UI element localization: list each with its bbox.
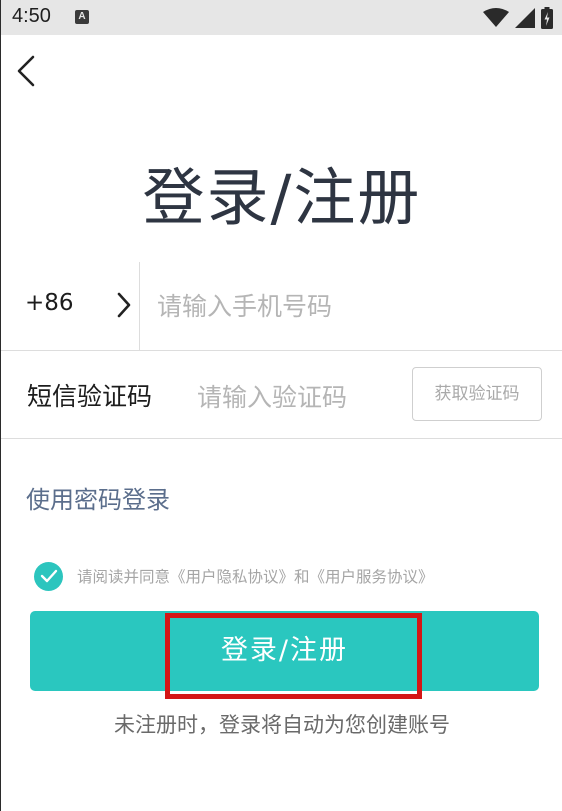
notification-icon: A [75,10,89,24]
phone-divider [139,262,140,350]
chevron-left-icon [17,55,35,87]
auto-register-note: 未注册时，登录将自动为您创建账号 [114,713,450,737]
battery-icon [541,7,553,29]
status-time: 4:50 [12,5,51,27]
login-screen: 4:50 A 登录/注册 +86 短信验证码 获取验 [0,0,562,811]
phone-input[interactable] [157,286,537,326]
agreement-text[interactable]: 请阅读并同意《用户隐私协议》和《用户服务协议》 [77,565,434,587]
password-login-link[interactable]: 使用密码登录 [26,480,170,515]
sms-row: 短信验证码 获取验证码 [1,351,562,439]
phone-row: +86 [1,262,562,351]
status-bar: 4:50 A [1,0,562,35]
login-register-button[interactable]: 登录/注册 [30,611,539,691]
sms-code-input[interactable] [197,377,397,417]
sms-code-label: 短信验证码 [27,382,153,411]
login-register-button-label: 登录/注册 [220,635,349,666]
chevron-right-icon[interactable] [115,291,133,319]
status-icons [483,7,553,29]
agreement-checkbox[interactable] [34,561,63,591]
back-button[interactable] [14,54,40,88]
agreement-row: 请阅读并同意《用户隐私协议》和《用户服务协议》 [34,561,434,591]
get-code-button[interactable]: 获取验证码 [412,367,542,421]
signal-icon [515,8,535,28]
check-icon [40,569,57,583]
country-code-selector[interactable]: +86 [25,290,74,316]
page-title: 登录/注册 [142,161,422,234]
wifi-icon [483,8,509,27]
